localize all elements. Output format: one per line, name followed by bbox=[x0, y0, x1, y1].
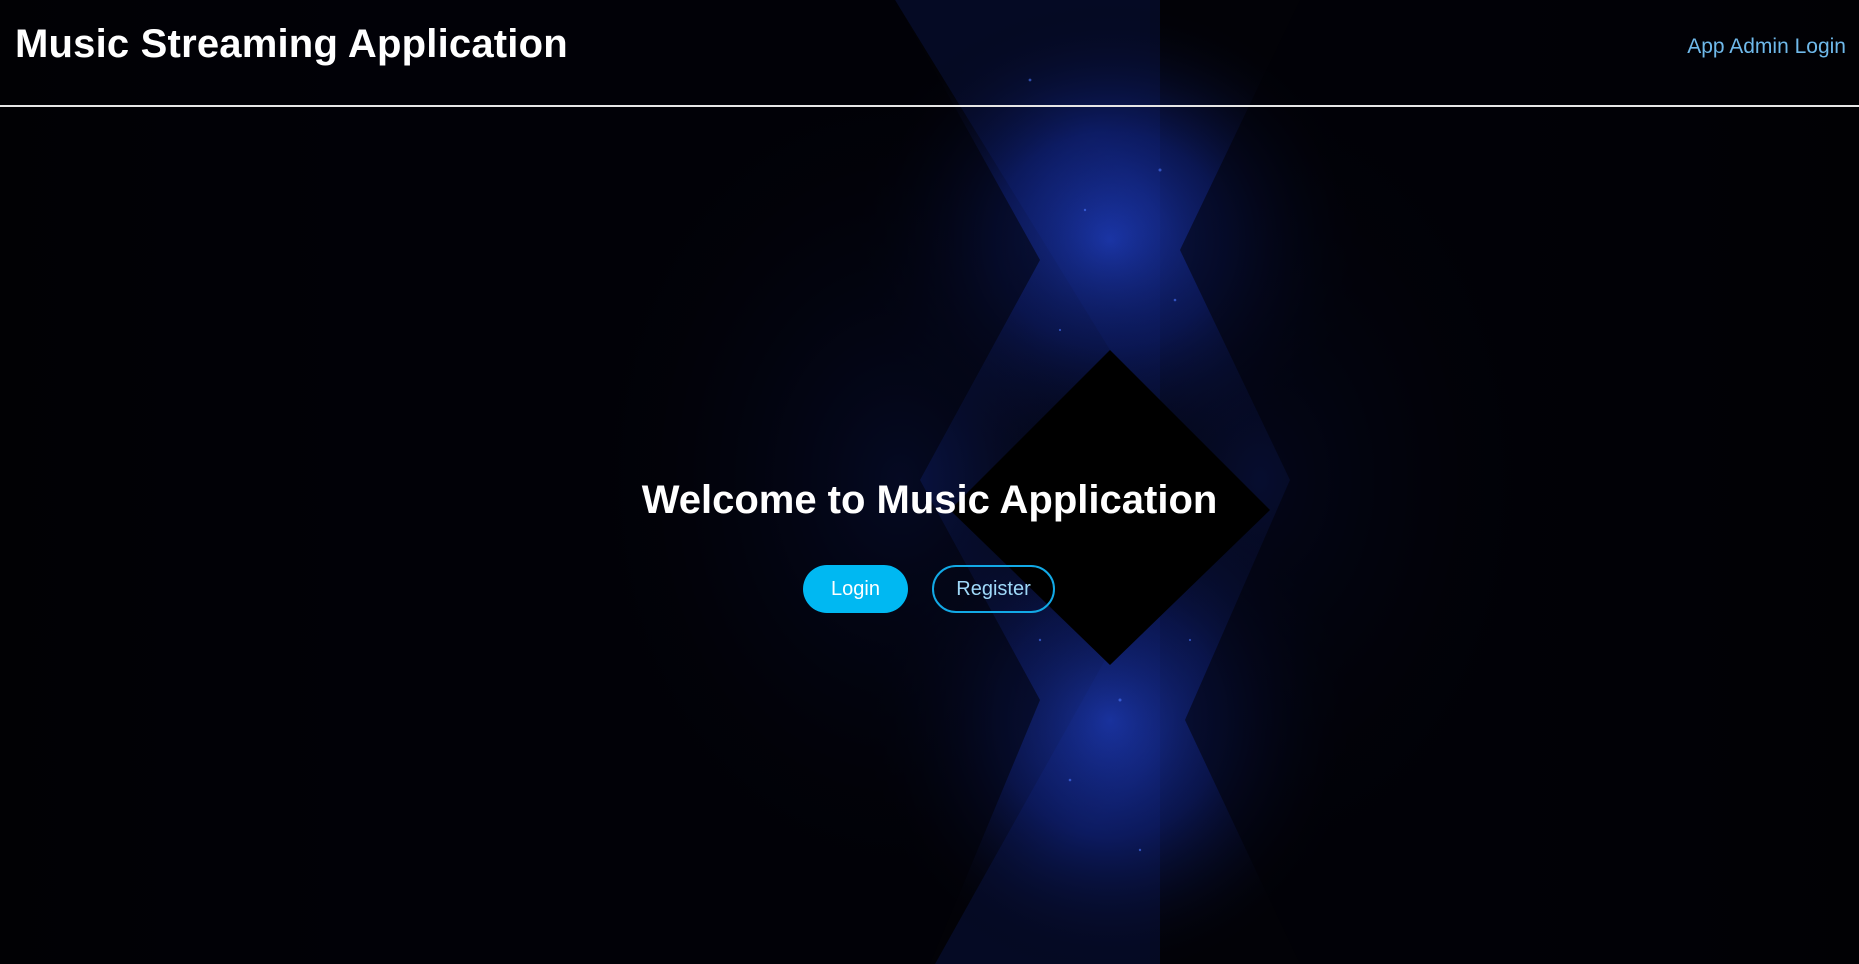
top-navbar: Music Streaming Application App Admin Lo… bbox=[0, 0, 1859, 107]
login-button[interactable]: Login bbox=[803, 565, 908, 613]
app-title: Music Streaming Application bbox=[15, 22, 568, 66]
register-button[interactable]: Register bbox=[932, 565, 1055, 613]
landing-page: Music Streaming Application App Admin Lo… bbox=[0, 0, 1859, 964]
app-admin-login-link[interactable]: App Admin Login bbox=[1687, 35, 1846, 59]
auth-button-group: Login Register bbox=[803, 565, 1055, 613]
welcome-section: Welcome to Music Application Login Regis… bbox=[0, 478, 1859, 613]
welcome-heading: Welcome to Music Application bbox=[641, 478, 1218, 522]
